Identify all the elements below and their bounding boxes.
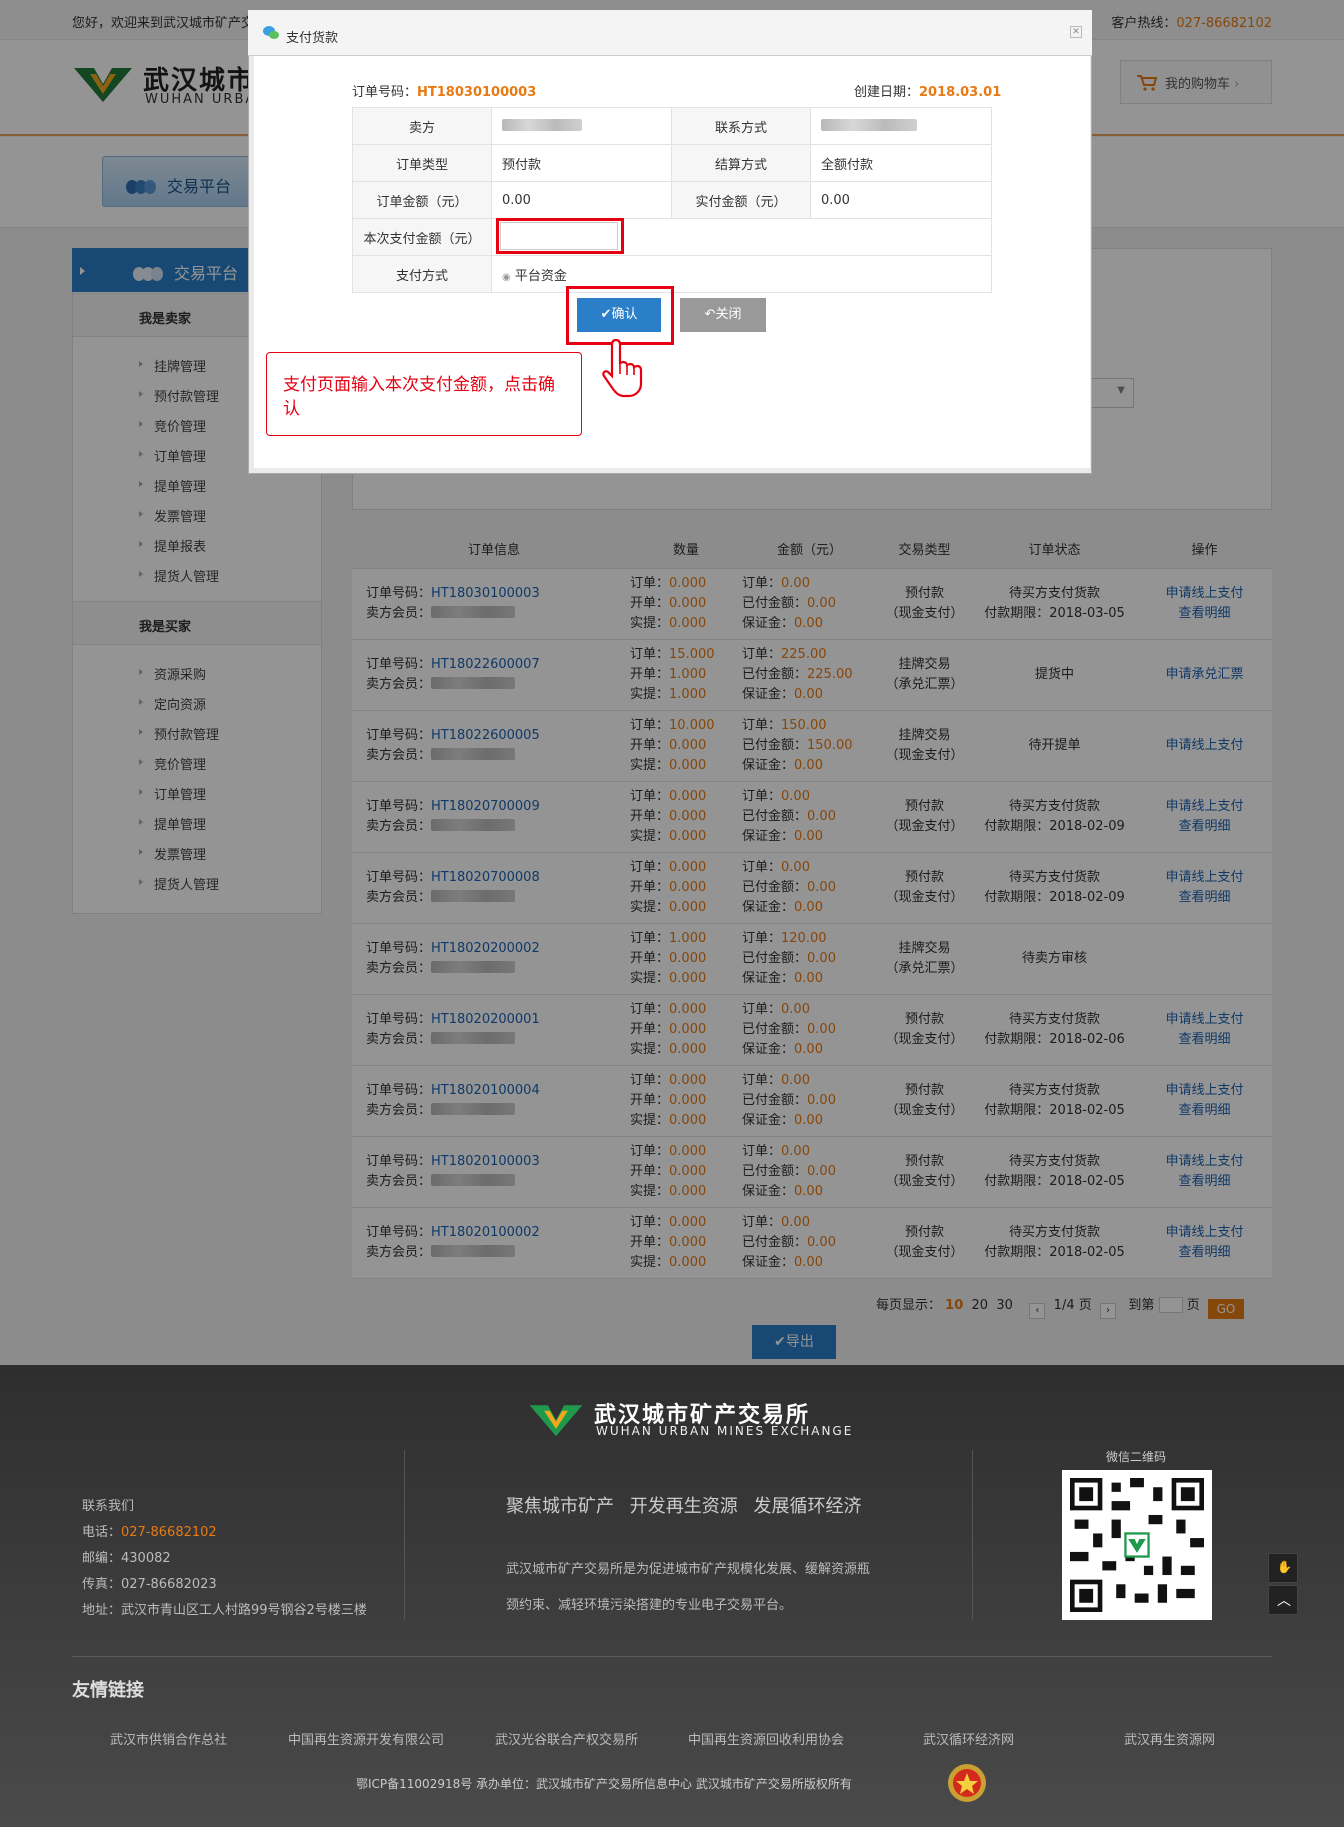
seller-label: 卖方 [352,107,492,145]
seller-value [491,107,672,145]
dialog-close-icon[interactable]: ✕ [1070,26,1082,38]
order-amount-label: 订单金额（元） [352,181,492,219]
create-date-value: 2018.03.01 [919,85,1002,100]
footer-rule [72,1656,1272,1657]
footer-slogan: 聚焦城市矿产 开发再生资源 发展循环经济 [506,1496,862,1517]
settle-value: 全额付款 [810,144,992,182]
order-type-value: 预付款 [491,144,672,182]
confirm-label: 确认 [611,307,638,322]
settle-label: 结算方式 [671,144,811,182]
back-to-top-button[interactable]: ︿ [1268,1585,1298,1615]
footer-divider [404,1450,405,1620]
footer-logo-icon [529,1405,583,1437]
qr-code-icon [1070,1478,1204,1612]
hand-pointer-icon [602,338,643,398]
dialog-detail-table: 卖方 联系方式 订单类型 预付款 结算方式 全额付款 订单金额（元） 0.00 … [352,107,992,293]
pay-method-label: 支付方式 [352,255,492,293]
contact-zip: 邮编：430082 [82,1551,171,1566]
contact-value [810,107,992,145]
close-label: 关闭 [715,307,742,322]
paid-amount-value: 0.00 [810,181,992,219]
footer-description: 武汉城市矿产交易所是为促进城市矿产规模化发展、缓解资源瓶颈约束、减轻环境污染搭建… [506,1562,871,1613]
order-type-label: 订单类型 [352,144,492,182]
float-handshake-button[interactable]: ✋ [1268,1553,1298,1583]
order-amount-value: 0.00 [491,181,672,219]
friend-links-title: 友情链接 [72,1680,144,1701]
contact-phone: 电话：027-86682102 [82,1525,217,1540]
friend-link[interactable]: 中国再生资源回收利用协会 [688,1729,844,1748]
confirm-button[interactable]: ✔确认 [577,298,661,332]
qr-title: 微信二维码 [1106,1450,1167,1464]
wechat-qr-code [1062,1470,1212,1620]
pay-method-radio[interactable]: ◉ [502,272,511,283]
check-icon: ✔ [600,307,612,322]
police-badge-icon [948,1764,986,1802]
pay-now-label: 本次支付金额（元） [352,218,492,256]
contact-address: 地址：武汉市青山区工人村路99号钢谷2号楼三楼 [82,1603,367,1618]
friend-link[interactable]: 武汉循环经济网 [923,1729,1014,1748]
friend-link[interactable]: 武汉再生资源网 [1124,1729,1215,1748]
highlight-input-box [496,218,624,254]
friend-link[interactable]: 中国再生资源开发有限公司 [288,1729,444,1748]
close-button[interactable]: ↶关闭 [680,298,766,332]
undo-arrow-icon: ↶ [704,307,716,322]
copyright: 鄂ICP备11002918号 承办单位：武汉城市矿产交易所信息中心 武汉城市矿产… [356,1777,852,1791]
footer-contact: 联系我们 电话：027-86682102 邮编：430082 传真：027-86… [82,1494,367,1624]
contact-title: 联系我们 [82,1499,135,1514]
instruction-callout: 支付页面输入本次支付金额，点击确认 [266,352,582,436]
dialog-order-no: 订单号码：HT18030100003 [352,85,537,100]
order-no-value: HT18030100003 [417,85,537,100]
dialog-title: 支付货款 [248,10,1092,56]
footer-divider [972,1450,973,1620]
contact-label: 联系方式 [671,107,811,145]
paid-amount-label: 实付金额（元） [671,181,811,219]
friend-link[interactable]: 武汉光谷联合产权交易所 [495,1729,638,1748]
contact-fax: 传真：027-86682023 [82,1577,217,1592]
friend-link[interactable]: 武汉市供销合作总社 [110,1729,227,1748]
dialog-create-date: 创建日期：2018.03.01 [854,85,1002,100]
handshake-icon: ✋ [1277,1560,1292,1574]
chevron-up-icon: ︿ [1277,1593,1291,1609]
footer-brand-en: WUHAN URBAN MINES EXCHANGE [596,1424,854,1438]
chat-bubble-icon [263,26,279,39]
pay-method-value: 平台资金 [514,268,567,284]
